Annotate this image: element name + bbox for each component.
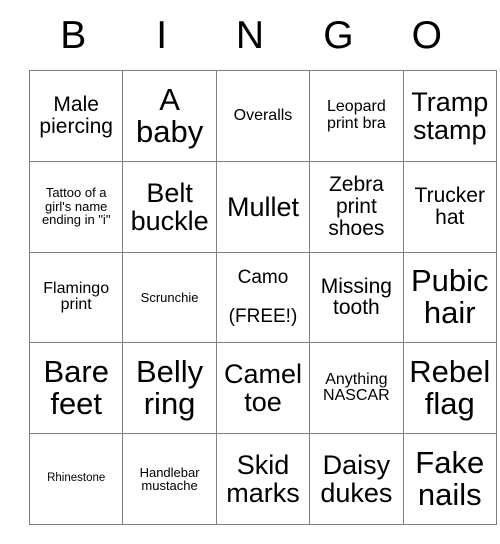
- bingo-row: Flamingo print Scrunchie Camo (FREE!) Missin…: [28, 251, 497, 344]
- bingo-cell[interactable]: Mullet: [215, 160, 311, 253]
- bingo-cell[interactable]: Skid marks: [215, 433, 311, 525]
- bingo-cell[interactable]: Bare feet: [28, 342, 124, 435]
- bingo-cell[interactable]: Camel toe: [215, 342, 311, 435]
- bingo-cell-free[interactable]: Camo (FREE!): [215, 251, 311, 344]
- bingo-cell[interactable]: Daisy dukes: [309, 433, 404, 525]
- bingo-cell[interactable]: Rhinestone: [28, 433, 124, 525]
- bingo-cell[interactable]: Flamingo print: [28, 251, 124, 344]
- header-letter-n: N: [235, 13, 265, 57]
- bingo-grid-body: Male piercing A baby Overalls Leopard print…: [28, 70, 497, 525]
- bingo-cell[interactable]: Pubic hair: [402, 251, 497, 344]
- bingo-cell[interactable]: Scrunchie: [122, 251, 217, 344]
- bingo-cell[interactable]: Zebra print shoes: [309, 160, 404, 253]
- bingo-cell[interactable]: Handlebar mustache: [122, 433, 217, 525]
- bingo-cell[interactable]: Leopard print bra: [309, 70, 404, 162]
- free-space-label: (FREE!): [228, 305, 298, 327]
- bingo-cell[interactable]: Overalls: [215, 70, 311, 162]
- bingo-row: Rhinestone Handlebar mustache Skid marks Da…: [28, 433, 497, 525]
- bingo-cell[interactable]: Anything NASCAR: [309, 342, 404, 435]
- bingo-cell[interactable]: Belly ring: [122, 342, 217, 435]
- bingo-cell[interactable]: A baby: [122, 70, 217, 162]
- bingo-cell[interactable]: Tattoo of a girl's name ending in "i": [28, 160, 124, 253]
- header-letter-b: B: [60, 13, 87, 57]
- bingo-cell-text: Camo: [237, 267, 289, 289]
- bingo-cell[interactable]: Rebel flag: [402, 342, 497, 435]
- bingo-grid: Male piercing A baby Overalls Leopard print…: [28, 70, 497, 525]
- header-letter-o: O: [411, 13, 442, 57]
- bingo-cell[interactable]: Male piercing: [28, 70, 124, 162]
- bingo-row: Male piercing A baby Overalls Leopard print…: [28, 70, 497, 162]
- bingo-cell[interactable]: Belt buckle: [122, 160, 217, 253]
- free-space-gap: [219, 288, 307, 307]
- bingo-header: B I N G O: [29, 0, 471, 70]
- bingo-cell[interactable]: Fake nails: [402, 433, 497, 525]
- header-letter-g: G: [323, 13, 354, 57]
- bingo-cell[interactable]: Missing tooth: [309, 251, 404, 344]
- bingo-row: Tattoo of a girl's name ending in "i" Bel…: [28, 160, 497, 253]
- header-letter-i: I: [156, 13, 168, 57]
- bingo-row: Bare feet Belly ring Camel toe Anything NAS…: [28, 342, 497, 435]
- bingo-cell[interactable]: Trucker hat: [402, 160, 497, 253]
- bingo-card: B I N G O Male piercing A baby Overalls Leo…: [28, 0, 497, 525]
- bingo-cell[interactable]: Tramp stamp: [402, 70, 497, 162]
